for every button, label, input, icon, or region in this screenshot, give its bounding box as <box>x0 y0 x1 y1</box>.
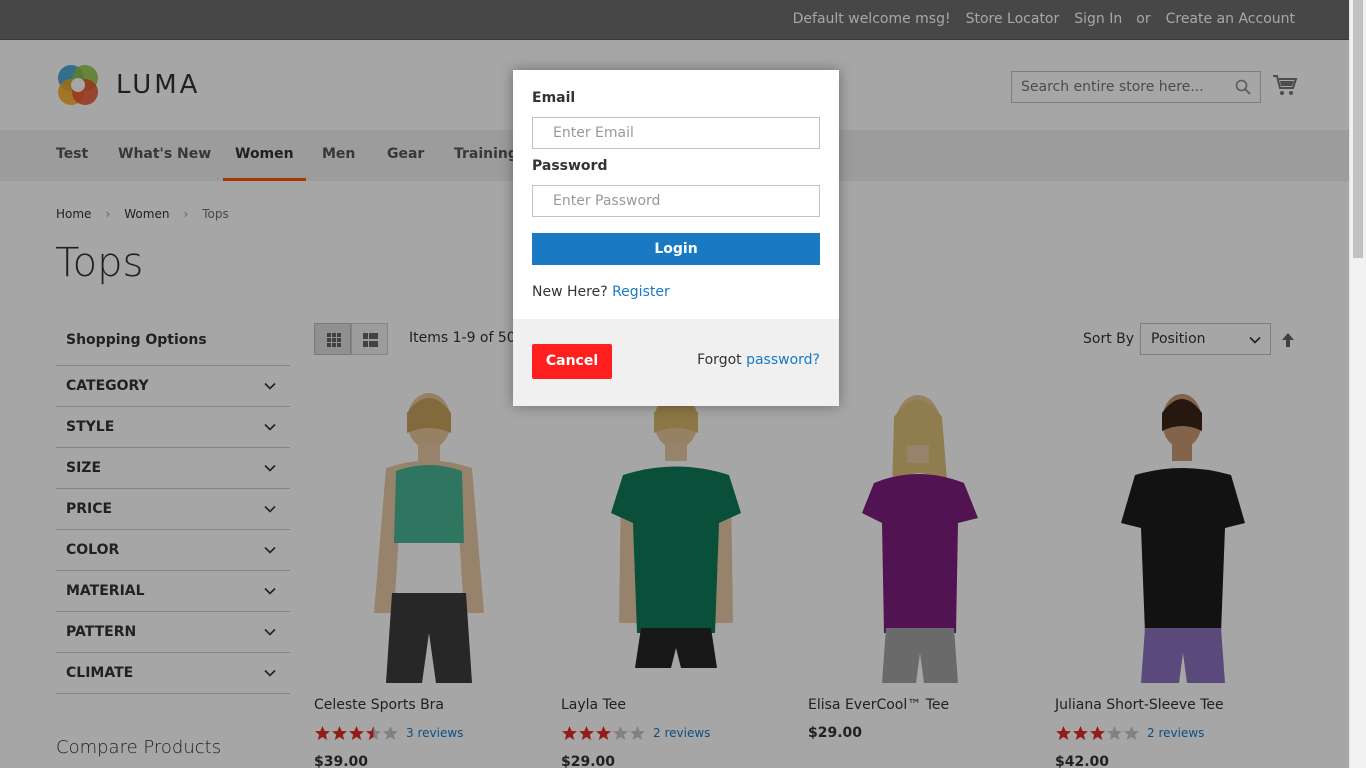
new-here-label: New Here? <box>532 284 608 300</box>
password-label: Password <box>532 158 608 174</box>
store-page: Default welcome msg! Store Locator Sign … <box>0 0 1366 768</box>
scrollbar-thumb[interactable] <box>1353 0 1363 258</box>
cancel-button[interactable]: Cancel <box>532 344 612 379</box>
forgot-password-link[interactable]: password? <box>746 352 820 368</box>
new-here-text: New Here? Register <box>532 284 670 300</box>
login-button[interactable]: Login <box>532 233 820 265</box>
forgot-password-text: Forgot password? <box>697 352 820 368</box>
email-label: Email <box>532 90 576 106</box>
page-scrollbar[interactable] <box>1349 0 1366 768</box>
password-field-wrapper <box>532 185 820 217</box>
modal-footer: Cancel Forgot password? <box>513 319 839 406</box>
register-link[interactable]: Register <box>612 284 670 300</box>
password-field[interactable] <box>533 186 819 216</box>
forgot-label: Forgot <box>697 352 742 368</box>
email-field[interactable] <box>533 118 819 148</box>
email-field-wrapper <box>532 117 820 149</box>
login-modal: Email Password Login New Here? Register … <box>513 70 839 406</box>
